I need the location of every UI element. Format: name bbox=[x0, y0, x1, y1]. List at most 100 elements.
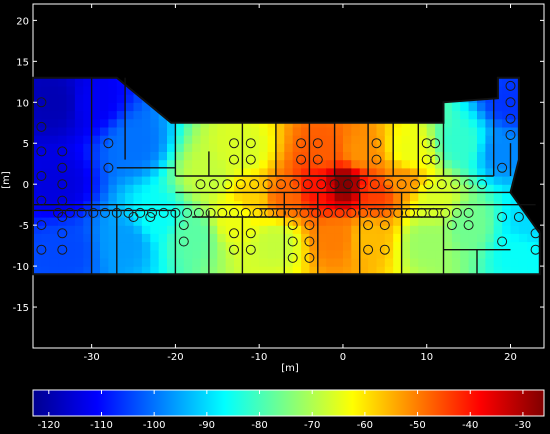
heat-cell bbox=[200, 241, 210, 251]
heat-cell bbox=[401, 126, 411, 136]
heat-cell bbox=[418, 126, 428, 136]
heat-cell bbox=[493, 159, 503, 169]
heat-cell bbox=[49, 102, 59, 112]
y-tick-label: -10 bbox=[13, 262, 29, 273]
heat-cell bbox=[443, 110, 453, 120]
heat-cell bbox=[460, 167, 470, 177]
heat-cell bbox=[108, 126, 118, 136]
heat-cell bbox=[133, 110, 143, 120]
heat-cell bbox=[116, 176, 126, 185]
heat-cell bbox=[259, 225, 269, 234]
heat-cell bbox=[351, 192, 361, 202]
heat-cell bbox=[301, 233, 311, 243]
heat-cell bbox=[477, 241, 486, 251]
heat-cell bbox=[275, 225, 285, 234]
heat-cell bbox=[460, 102, 470, 112]
heat-cell bbox=[351, 159, 361, 169]
heat-cell bbox=[460, 257, 470, 267]
heat-cell bbox=[242, 167, 252, 177]
colorbar-tick-label: -80 bbox=[251, 420, 267, 431]
heat-cell bbox=[527, 257, 537, 267]
heat-cell bbox=[502, 249, 512, 259]
heat-cell bbox=[477, 217, 486, 226]
heat-cell bbox=[443, 233, 453, 243]
heat-cell bbox=[426, 241, 436, 251]
heat-cell bbox=[33, 192, 42, 202]
heat-cell bbox=[150, 143, 160, 152]
heat-cell bbox=[200, 126, 210, 136]
heat-cell bbox=[74, 167, 84, 177]
colorbar-gradient bbox=[32, 389, 545, 417]
heat-cell bbox=[351, 126, 361, 136]
heat-cell bbox=[468, 249, 478, 259]
heat-cell bbox=[200, 257, 210, 267]
heat-cell bbox=[267, 225, 277, 234]
heat-cell bbox=[100, 85, 109, 95]
heat-cell bbox=[133, 257, 143, 267]
heat-cell bbox=[49, 217, 59, 226]
heat-cell bbox=[510, 257, 520, 267]
heat-cell bbox=[477, 143, 486, 152]
heat-cell bbox=[192, 233, 202, 243]
y-tick-label: 10 bbox=[16, 98, 29, 109]
heat-cell bbox=[183, 249, 193, 259]
heat-cell bbox=[116, 217, 126, 226]
heat-cell bbox=[192, 151, 202, 161]
heat-cell bbox=[33, 118, 42, 128]
heat-cell bbox=[217, 241, 227, 251]
heat-cell bbox=[167, 192, 176, 202]
heat-cell bbox=[418, 217, 428, 226]
heat-cell bbox=[275, 241, 285, 251]
heat-cell bbox=[451, 159, 461, 169]
heat-cell bbox=[108, 102, 118, 112]
heat-cell bbox=[351, 217, 361, 226]
heat-cell bbox=[33, 184, 42, 193]
heat-cell bbox=[49, 167, 59, 177]
heat-cell bbox=[393, 192, 403, 202]
heat-cell bbox=[259, 135, 269, 144]
heat-cell bbox=[167, 135, 176, 144]
heat-cell bbox=[359, 241, 369, 251]
heat-cell bbox=[108, 192, 118, 202]
heat-cell bbox=[292, 135, 302, 144]
heat-cell bbox=[502, 143, 512, 152]
heat-cell bbox=[410, 233, 419, 243]
heat-cell bbox=[141, 135, 151, 144]
heat-cell bbox=[192, 225, 202, 234]
heat-cell bbox=[460, 151, 470, 161]
heat-cell bbox=[259, 159, 269, 169]
heat-cell bbox=[317, 167, 327, 177]
heat-cell bbox=[66, 217, 76, 226]
heat-cell bbox=[326, 135, 336, 144]
heat-cell bbox=[259, 143, 269, 152]
heat-cell bbox=[275, 233, 285, 243]
heat-cell bbox=[58, 126, 68, 136]
heat-cell bbox=[418, 249, 428, 259]
heat-cell bbox=[74, 151, 84, 161]
heat-cell bbox=[426, 257, 436, 267]
heat-cell bbox=[426, 167, 436, 177]
heat-cell bbox=[208, 217, 218, 226]
heat-cell bbox=[74, 159, 84, 169]
heat-cell bbox=[183, 192, 193, 202]
heat-cell bbox=[183, 257, 193, 267]
heat-cell bbox=[393, 233, 403, 243]
heat-cell bbox=[133, 249, 143, 259]
heat-cell bbox=[477, 110, 486, 120]
heat-cell bbox=[33, 241, 42, 251]
heat-cell bbox=[351, 257, 361, 267]
heat-cell bbox=[158, 225, 168, 234]
heat-cell bbox=[33, 233, 42, 243]
heat-cell bbox=[426, 217, 436, 226]
heat-cell bbox=[326, 167, 336, 177]
heat-cell bbox=[108, 151, 118, 161]
heat-cell bbox=[468, 143, 478, 152]
heat-cell bbox=[443, 192, 453, 202]
heat-cell bbox=[443, 118, 453, 128]
heat-cell bbox=[477, 225, 486, 234]
heat-cell bbox=[510, 225, 520, 234]
heat-cell bbox=[518, 257, 528, 267]
heat-cell bbox=[259, 151, 269, 161]
heat-cell bbox=[49, 233, 59, 243]
heat-cell bbox=[326, 225, 336, 234]
